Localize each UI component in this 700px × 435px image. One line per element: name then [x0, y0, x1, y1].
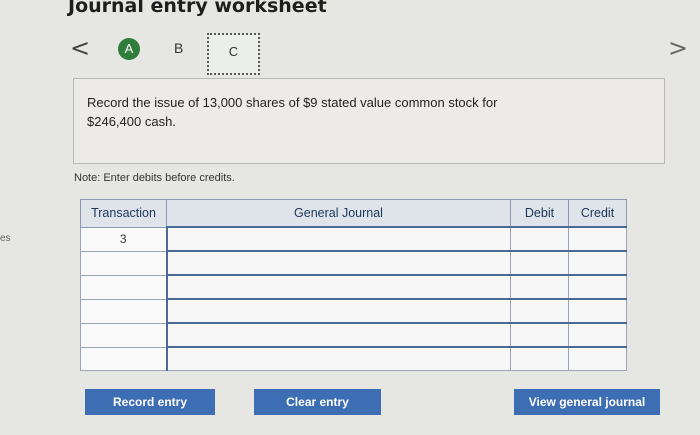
debit-input[interactable] [510, 298, 569, 324]
col-header-debit: Debit [510, 199, 569, 228]
chevron-right-icon[interactable]: > [668, 36, 688, 60]
account-input[interactable] [165, 226, 511, 252]
credit-input[interactable] [568, 322, 627, 348]
table-row: 3 [80, 226, 627, 252]
table-header-row: Transaction General Journal Debit Credit [80, 199, 627, 228]
debit-input[interactable] [510, 226, 569, 252]
view-general-journal-button[interactable]: View general journal [514, 389, 660, 415]
chevron-left-icon[interactable]: < [70, 36, 90, 60]
prompt-line-1: Record the issue of 13,000 shares of $9 … [87, 95, 498, 110]
account-input[interactable] [165, 346, 511, 371]
transaction-cell [80, 250, 167, 276]
account-input[interactable] [165, 298, 511, 324]
table-row [80, 322, 627, 348]
debit-input[interactable] [510, 250, 569, 276]
credit-input[interactable] [568, 226, 627, 252]
side-panel-fragment: es [0, 233, 11, 244]
note-text: Note: Enter debits before credits. [74, 172, 235, 184]
record-entry-button[interactable]: Record entry [85, 389, 215, 415]
col-header-credit: Credit [568, 199, 627, 228]
transaction-cell [80, 322, 167, 348]
journal-entry-table: Transaction General Journal Debit Credit… [80, 199, 627, 371]
question-prompt: Record the issue of 13,000 shares of $9 … [73, 78, 665, 164]
transaction-cell [80, 298, 167, 324]
account-input[interactable] [165, 274, 511, 300]
tab-a[interactable]: A [118, 38, 140, 60]
debit-input[interactable] [510, 322, 569, 348]
transaction-cell [80, 346, 167, 371]
prompt-line-2: $246,400 cash. [87, 114, 176, 129]
transaction-cell: 3 [80, 226, 167, 252]
tab-c[interactable]: C [207, 33, 260, 75]
account-input[interactable] [165, 250, 511, 276]
credit-input[interactable] [568, 274, 627, 300]
debit-input[interactable] [510, 274, 569, 300]
table-row [80, 346, 627, 371]
table-row [80, 250, 627, 276]
col-header-transaction: Transaction [80, 199, 167, 228]
table-row [80, 298, 627, 324]
account-input[interactable] [165, 322, 511, 348]
credit-input[interactable] [568, 250, 627, 276]
page-title: Journal entry worksheet [68, 0, 327, 17]
col-header-general-journal: General Journal [166, 199, 511, 228]
transaction-cell [80, 274, 167, 300]
debit-input[interactable] [510, 346, 569, 371]
clear-entry-button[interactable]: Clear entry [254, 389, 381, 415]
tab-b[interactable]: B [174, 40, 183, 56]
credit-input[interactable] [568, 298, 627, 324]
table-row [80, 274, 627, 300]
credit-input[interactable] [568, 346, 627, 371]
